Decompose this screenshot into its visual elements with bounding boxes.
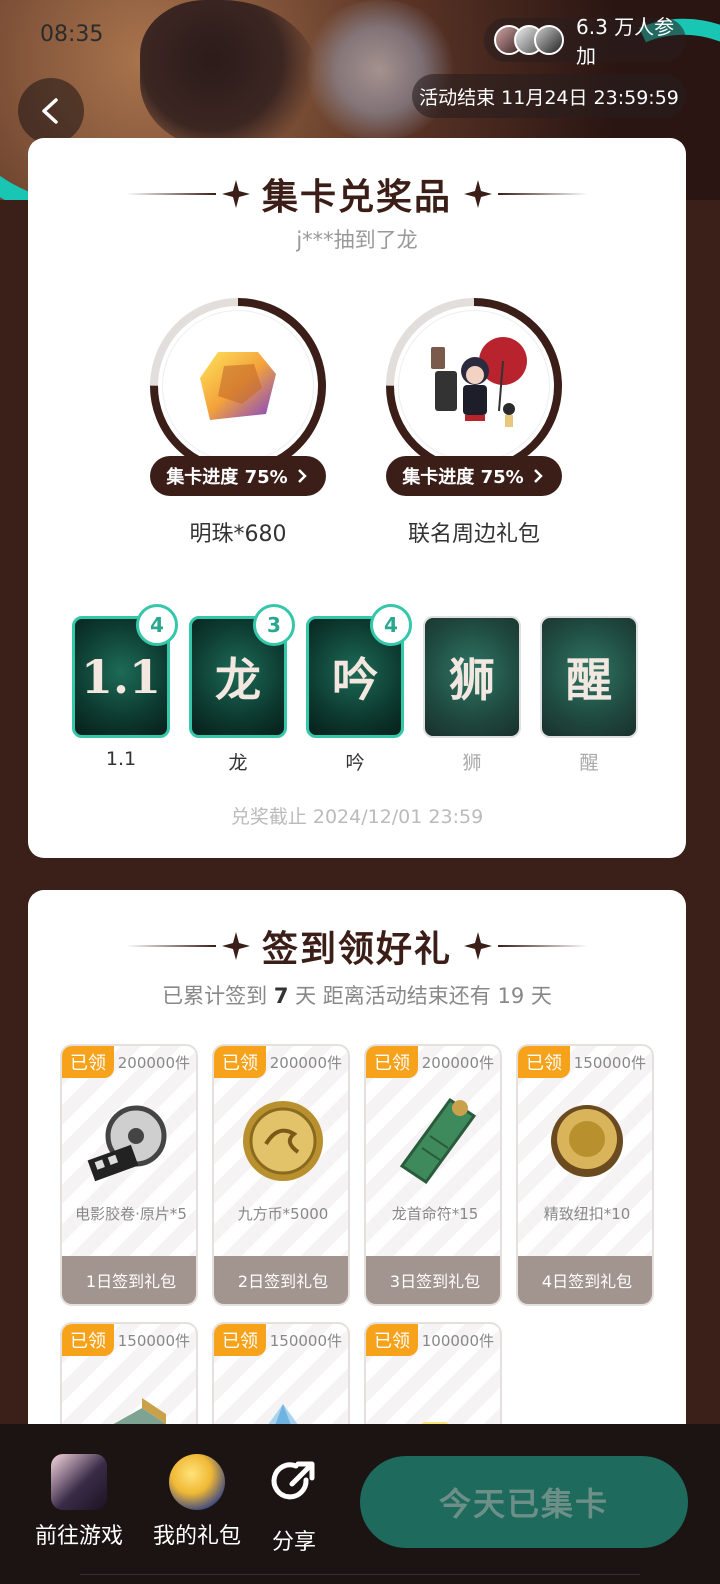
activity-end-time: 活动结束 11月24日 23:59:59 (412, 74, 686, 118)
merch-pack-icon (431, 337, 527, 427)
card-count-badge: 4 (136, 604, 178, 646)
word-card-label: 龙 (228, 752, 248, 774)
word-card-face: 醒 (540, 616, 638, 738)
claimed-tag: 已领 (214, 1324, 266, 1356)
progress-pill[interactable]: 集卡进度 75% (150, 456, 326, 496)
claimed-tag: 已领 (366, 1046, 418, 1078)
word-card[interactable]: 醒 醒 (540, 616, 638, 775)
reward-name: 精致纽扣*10 (543, 1205, 631, 1223)
bottom-action-bar: 前往游戏 我的礼包 分享 今天已集卡 (0, 1424, 720, 1584)
section-title: 签到领好礼 (28, 920, 686, 972)
card-count-badge: 4 (370, 604, 412, 646)
gold-coin-icon (243, 1101, 323, 1181)
claimed-tag: 已领 (366, 1324, 418, 1356)
reward-name: 九方币*5000 (237, 1205, 329, 1223)
prize-name: 联名周边礼包 (407, 522, 540, 547)
checkin-days: 7 (273, 984, 289, 1008)
film-reel-icon (87, 1105, 167, 1182)
checkin-remaining: 天 距离活动结束还有 19 天 (295, 984, 552, 1008)
chevron-right-icon (533, 469, 543, 483)
checkin-prefix: 已累计签到 (162, 984, 268, 1008)
word-card-label: 狮 (462, 752, 482, 774)
prize-image (398, 310, 550, 462)
word-card-label: 醒 (579, 752, 599, 774)
word-card-label: 1.1 (105, 748, 137, 770)
sparkle-icon (464, 180, 492, 208)
reward-stock: 150000件 (269, 1332, 342, 1350)
avatar (534, 25, 564, 55)
pearl-gem-icon (200, 352, 276, 420)
back-button[interactable] (18, 78, 84, 144)
reward-name: 龙首命符*15 (391, 1205, 479, 1223)
collect-title: 集卡兑奖品 (261, 177, 452, 218)
gift-avatar-icon (169, 1454, 225, 1510)
word-card-label: 吟 (345, 752, 365, 774)
word-card[interactable]: 吟 4 吟 (306, 604, 412, 775)
my-gifts-label: 我的礼包 (152, 1524, 241, 1549)
progress-ring (384, 296, 564, 476)
prize-merch-pack[interactable]: 集卡进度 75% 联名周边礼包 (384, 296, 564, 547)
reward-item[interactable]: 已领 150000件 精致纽扣*10 4日签到礼包 (516, 1044, 654, 1306)
reward-day-label: 3日签到礼包 (366, 1256, 500, 1304)
claimed-tag: 已领 (62, 1046, 114, 1078)
tab-strip (80, 1574, 640, 1584)
game-avatar-icon (51, 1454, 107, 1510)
participants-count: 6.3 万人参加 (576, 15, 675, 68)
banner-character (140, 0, 320, 150)
participants-badge: 6.3 万人参加 (484, 15, 686, 68)
button-icon (551, 1105, 623, 1177)
reward-stock: 100000件 (421, 1332, 494, 1350)
prize-name: 明珠*680 (189, 522, 287, 547)
claimed-tag: 已领 (518, 1046, 570, 1078)
share-icon (271, 1461, 315, 1500)
collect-today-button[interactable]: 今天已集卡 (360, 1456, 688, 1548)
share-button[interactable]: 分享 (262, 1454, 326, 1556)
redeem-deadline: 兑奖截止 2024/12/01 23:59 (230, 806, 484, 828)
reward-item[interactable]: 已领 200000件 电影胶卷·原片*5 1日签到礼包 (60, 1044, 198, 1306)
word-card-face: 狮 (423, 616, 521, 738)
sparkle-icon (221, 180, 250, 208)
word-cards-row: 1.1 4 1.1 龙 3 龙 吟 4 吟 狮 狮 醒 醒 (72, 604, 638, 775)
sparkle-icon (221, 932, 250, 960)
draw-info: j***抽到了龙 (296, 228, 418, 252)
word-card[interactable]: 1.1 4 1.1 (72, 604, 178, 775)
reward-stock: 200000件 (269, 1054, 342, 1072)
reward-stock: 150000件 (573, 1054, 646, 1072)
chevron-right-icon (297, 469, 307, 483)
reward-stock: 200000件 (117, 1054, 190, 1072)
prize-image (162, 310, 314, 462)
status-time: 08:35 (40, 22, 104, 47)
progress-pill[interactable]: 集卡进度 75% (386, 456, 562, 496)
reward-day-label: 2日签到礼包 (214, 1256, 348, 1304)
reward-name: 电影胶卷·原片*5 (75, 1205, 187, 1223)
progress-ring (148, 296, 328, 476)
my-gifts-button[interactable]: 我的礼包 (148, 1454, 246, 1550)
reward-day-label: 1日签到礼包 (62, 1256, 196, 1304)
banner-character (300, 0, 460, 140)
prize-pearl[interactable]: 集卡进度 75% 明珠*680 (148, 296, 328, 547)
progress-label: 集卡进度 75% (166, 467, 288, 488)
reward-item[interactable]: 已领 200000件 龙首命符*15 3日签到礼包 (364, 1044, 502, 1306)
section-title: 集卡兑奖品 (28, 168, 686, 220)
collect-card-section: 集卡兑奖品 j***抽到了龙 集卡进度 75% 明珠*680 集卡进度 75% … (28, 138, 686, 858)
card-count-badge: 3 (253, 604, 295, 646)
reward-day-label: 4日签到礼包 (518, 1256, 652, 1304)
go-to-game-label: 前往游戏 (34, 1524, 123, 1549)
word-card[interactable]: 狮 狮 (423, 616, 521, 775)
word-card[interactable]: 龙 3 龙 (189, 604, 295, 775)
claimed-tag: 已领 (214, 1046, 266, 1078)
share-label: 分享 (271, 1530, 316, 1555)
checkin-title: 签到领好礼 (261, 929, 452, 970)
avatar-stack (494, 25, 564, 55)
chevron-left-icon (42, 98, 58, 124)
sparkle-icon (464, 932, 492, 960)
jade-token-icon (399, 1097, 477, 1185)
reward-stock: 150000件 (117, 1332, 190, 1350)
reward-stock: 200000件 (421, 1054, 494, 1072)
reward-item[interactable]: 已领 200000件 九方币*5000 2日签到礼包 (212, 1044, 350, 1306)
go-to-game-button[interactable]: 前往游戏 (30, 1454, 128, 1550)
claimed-tag: 已领 (62, 1324, 114, 1356)
progress-label: 集卡进度 75% (402, 467, 524, 488)
checkin-summary: 已累计签到 7 天 距离活动结束还有 19 天 (28, 980, 686, 1010)
